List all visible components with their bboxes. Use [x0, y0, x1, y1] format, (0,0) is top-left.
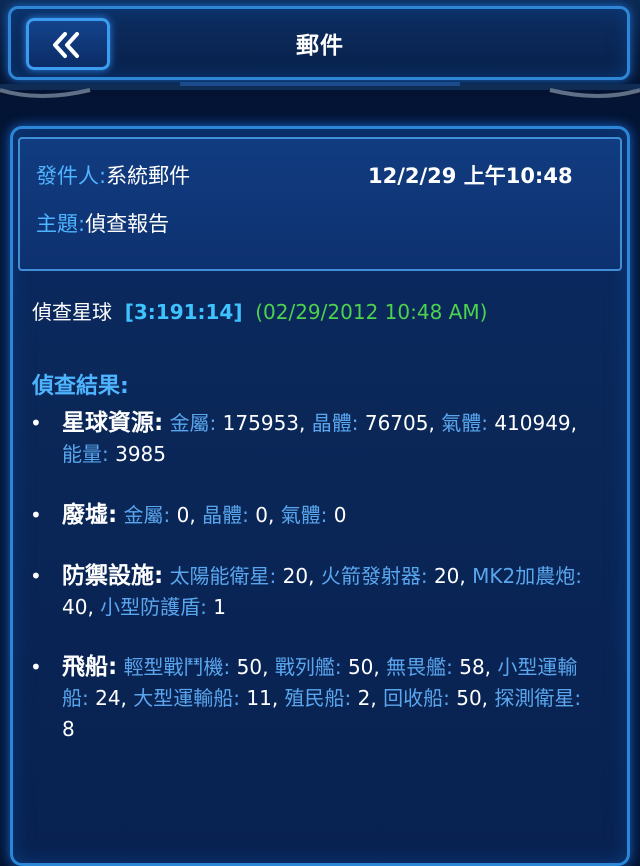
mail-header	[18, 137, 622, 271]
list-item-defense: • 防禦設施: 太陽能衛星: 20, 火箭發射器: 20, MK2加農炮: 40…	[30, 561, 600, 623]
colony-ship-label: 殖民船:	[284, 686, 352, 710]
small-shield-label: 小型防護盾:	[100, 595, 207, 619]
list-item-ships: • 飛船: 輕型戰鬥機: 50, 戰列艦: 50, 無畏艦: 58, 小型運輸船…	[30, 652, 600, 745]
light-fighter-label: 輕型戰鬥機:	[123, 655, 231, 679]
scan-timestamp: (02/29/2012 10:48 AM)	[255, 300, 488, 324]
probe-label: 探測衛星:	[494, 686, 582, 710]
light-fighter-value: 50,	[236, 655, 269, 679]
recycler-label: 回收船:	[383, 686, 450, 710]
bullet: •	[30, 411, 42, 435]
sender-label: 發件人:	[36, 164, 107, 188]
crystal-label: 晶體:	[311, 411, 359, 435]
page-title: 郵件	[296, 33, 344, 59]
battleship-label: 戰列艦:	[274, 655, 342, 679]
metal-label: 金屬:	[123, 503, 171, 527]
crystal-value: 0,	[255, 503, 275, 527]
bullet: •	[30, 655, 42, 679]
sender-value: 系統郵件	[106, 164, 191, 188]
gas-label: 氣體:	[280, 503, 328, 527]
list-item-resources: • 星球資源: 金屬: 175953, 晶體: 76705, 氣體: 41094…	[30, 408, 600, 470]
planet-coords[interactable]: [3:191:14]	[125, 300, 243, 324]
subject-row: 主題:偵查報告	[36, 208, 169, 238]
subject-label: 主題:	[36, 212, 86, 236]
ships-heading: 飛船:	[62, 654, 118, 680]
metal-value: 0,	[176, 503, 196, 527]
solar-satellite-label: 太陽能衛星:	[169, 564, 277, 588]
crystal-value: 76705,	[364, 411, 435, 435]
small-cargo-value: 24,	[95, 686, 127, 710]
bullet: •	[30, 564, 42, 588]
large-cargo-label: 大型運輸船:	[133, 686, 241, 710]
colony-ship-value: 2,	[357, 686, 377, 710]
gas-value: 410949,	[494, 411, 578, 435]
metal-value: 175953,	[222, 411, 306, 435]
list-item-debris: • 廢墟: 金屬: 0, 晶體: 0, 氣體: 0	[30, 500, 600, 531]
battleship-value: 50,	[347, 655, 380, 679]
crystal-label: 晶體:	[202, 503, 249, 527]
gauss-cannon-value: 40,	[62, 595, 94, 619]
gauss-cannon-label: MK2加農炮:	[472, 564, 582, 588]
large-cargo-value: 11,	[246, 686, 279, 710]
scan-line: 偵查星球 [3:191:14] (02/29/2012 10:48 AM)	[32, 296, 487, 325]
sender-row: 發件人:系統郵件	[36, 160, 190, 190]
results-title: 偵查結果:	[32, 374, 129, 399]
debris-heading: 廢墟:	[62, 502, 118, 528]
energy-label: 能量:	[62, 442, 109, 466]
defense-heading: 防禦設施:	[62, 563, 164, 589]
solar-satellite-value: 20,	[282, 564, 315, 588]
probe-value: 8	[62, 717, 75, 741]
recycler-value: 50,	[456, 686, 489, 710]
small-shield-value: 1	[213, 595, 227, 619]
scan-label: 偵查星球	[32, 300, 112, 324]
rocket-launcher-value: 20,	[433, 564, 466, 588]
dreadnought-label: 無畏艦:	[386, 655, 453, 679]
bullet: •	[30, 503, 42, 527]
decorative-pipes	[0, 82, 640, 98]
resources-heading: 星球資源:	[62, 410, 164, 436]
rocket-launcher-label: 火箭發射器:	[320, 564, 428, 588]
energy-value: 3985	[115, 442, 167, 466]
subject-value: 偵查報告	[85, 212, 170, 236]
mail-date: 12/2/29 上午10:48	[368, 164, 573, 188]
metal-label: 金屬:	[169, 411, 217, 435]
gas-label: 氣體:	[441, 411, 488, 435]
dreadnought-value: 58,	[459, 655, 492, 679]
gas-value: 0	[333, 503, 347, 527]
